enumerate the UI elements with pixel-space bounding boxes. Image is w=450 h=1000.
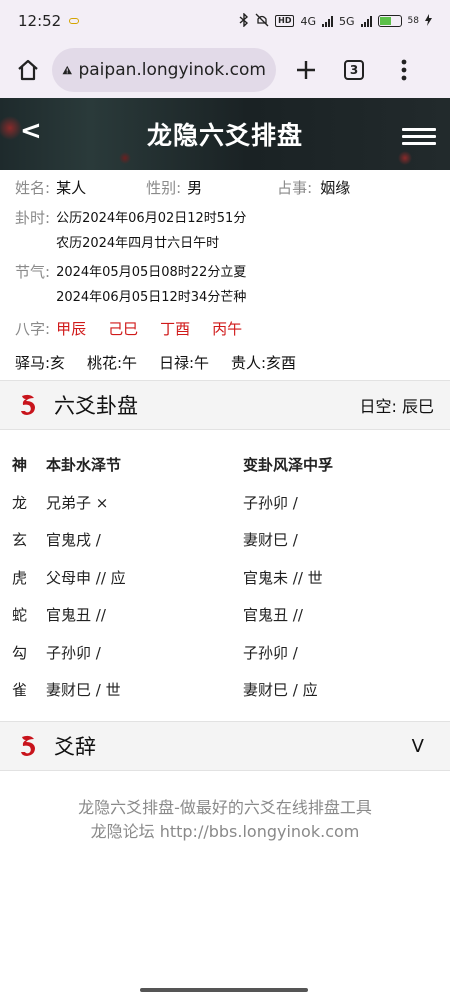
row-changed: 官鬼未 // 世: [243, 568, 323, 587]
footer: 龙隐六爻排盘-做最好的六爻在线排盘工具 龙隐论坛 http://bbs.long…: [0, 796, 450, 844]
table-row: 龙 兄弟子 × 子孙卯 /: [12, 484, 438, 522]
taohua: 桃花:午: [87, 353, 138, 372]
bazi-day: 丁酉: [160, 319, 191, 338]
more-vert-icon: [401, 59, 407, 81]
row-god: 雀: [12, 681, 28, 700]
footer-slogan: 龙隐六爻排盘-做最好的六爻在线排盘工具: [78, 798, 372, 817]
table-row: 雀 妻财巳 / 世 妻财巳 / 应: [12, 671, 438, 709]
signal-icon-2: [360, 15, 372, 27]
mute-bell-icon: [255, 13, 269, 30]
footer-forum-link[interactable]: 龙隐论坛 http://bbs.longyinok.com: [0, 820, 450, 844]
row-changed: 官鬼丑 //: [243, 606, 303, 625]
dragon-logo-icon: [21, 394, 35, 415]
charging-icon: [425, 13, 432, 29]
rilu: 日禄:午: [159, 353, 210, 372]
row-original: 父母申 // 应: [46, 568, 126, 587]
dragon-logo-icon: [21, 735, 35, 756]
expand-toggle[interactable]: V: [412, 736, 424, 757]
row-original: 官鬼戌 /: [46, 531, 101, 550]
row-changed: 子孙卯 /: [243, 643, 298, 662]
table-row: 玄 官鬼戌 / 妻财巳 /: [12, 521, 438, 559]
browser-menu-button[interactable]: [386, 52, 422, 88]
row-original: 子孙卯 /: [46, 643, 101, 662]
app-header: < 龙隐六爻排盘: [0, 98, 450, 170]
bazi-hour: 丙午: [212, 319, 243, 338]
yima: 驿马:亥: [15, 353, 66, 372]
gender-value: 男: [187, 178, 203, 197]
new-tab-button[interactable]: [288, 52, 324, 88]
tab-count: 3: [344, 60, 364, 80]
network-label-2: 5G: [339, 14, 355, 28]
yaoci-section-header[interactable]: 爻辞 V: [0, 721, 450, 771]
battery-level: 58: [407, 16, 419, 26]
hexagram-table: 神 本卦水泽节 变卦风泽中孚 龙 兄弟子 × 子孙卯 / 玄 官鬼戌 / 妻财巳…: [12, 446, 438, 709]
row-changed: 子孙卯 /: [243, 493, 298, 512]
row-god: 虎: [12, 568, 28, 587]
divination-info: 姓名: 某人 性别: 男 占事: 姻缘 卦时: 公历2024年06月02日12时…: [0, 170, 450, 376]
url-text: paipan.longyinok.com: [78, 60, 266, 80]
matter-value: 姻缘: [320, 178, 351, 197]
browser-toolbar: paipan.longyinok.com 3: [0, 42, 450, 98]
home-button[interactable]: [10, 52, 46, 88]
clock: 12:52: [18, 12, 62, 30]
row-god: 龙: [12, 493, 28, 512]
day-void: 日空: 辰巳: [359, 397, 434, 416]
row-god: 蛇: [12, 606, 28, 625]
status-bar: 12:52 HD 4G 5G 58: [0, 0, 450, 42]
signal-icon: [322, 15, 334, 27]
row-original: 妻财巳 / 世: [46, 681, 121, 700]
bluetooth-icon: [239, 11, 249, 30]
network-label-1: 4G: [300, 14, 317, 28]
table-header: 神 本卦水泽节 变卦风泽中孚: [12, 446, 438, 484]
hexagram-section-header: 六爻卦盘 日空: 辰巳: [0, 380, 450, 430]
home-icon: [18, 59, 38, 81]
hexagram-section-title: 六爻卦盘: [54, 394, 138, 418]
status-icons: HD 4G 5G 58: [239, 11, 432, 30]
name-label: 姓名:: [15, 178, 51, 197]
row-god: 玄: [12, 531, 28, 550]
menu-button[interactable]: [402, 128, 436, 149]
row-changed: 妻财巳 /: [243, 531, 298, 550]
solar-term-label: 节气:: [15, 263, 51, 281]
guiren: 贵人:亥酉: [231, 353, 297, 372]
gregorian-date: 公历2024年06月02日12时51分: [56, 211, 247, 226]
solar-term-1: 2024年05月05日08时22分立夏: [56, 265, 247, 280]
bazi-month: 己巳: [108, 319, 139, 338]
back-button[interactable]: <: [20, 116, 42, 146]
header-god: 神: [12, 456, 28, 475]
warning-icon: [62, 65, 72, 75]
row-original: 官鬼丑 //: [46, 606, 106, 625]
name-value: 某人: [56, 178, 87, 197]
matter-label: 占事:: [277, 178, 313, 197]
solar-term-2: 2024年06月05日12时34分芒种: [56, 290, 247, 305]
row-god: 勾: [12, 643, 28, 662]
address-bar[interactable]: paipan.longyinok.com: [52, 48, 276, 92]
yaoci-section-title: 爻辞: [54, 735, 96, 759]
bazi-label: 八字:: [15, 319, 51, 338]
bazi-year: 甲辰: [56, 319, 87, 338]
header-changed: 变卦风泽中孚: [243, 456, 334, 475]
gender-label: 性别:: [146, 178, 182, 197]
gesture-bar[interactable]: [140, 988, 308, 992]
plus-icon: [297, 61, 315, 79]
hd-badge: HD: [275, 15, 295, 27]
link-icon: [69, 18, 80, 24]
table-row: 虎 父母申 // 应 官鬼未 // 世: [12, 559, 438, 597]
table-row: 勾 子孙卯 / 子孙卯 /: [12, 634, 438, 672]
tab-switcher-button[interactable]: 3: [336, 52, 372, 88]
battery-icon: [377, 15, 402, 27]
page-title: 龙隐六爻排盘: [146, 121, 303, 150]
row-original: 兄弟子 ×: [46, 493, 109, 512]
lunar-date: 农历2024年四月廿六日午时: [56, 236, 220, 251]
row-changed: 妻财巳 / 应: [243, 681, 318, 700]
header-original: 本卦水泽节: [46, 456, 122, 475]
table-row: 蛇 官鬼丑 // 官鬼丑 //: [12, 596, 438, 634]
time-label: 卦时:: [15, 209, 51, 227]
